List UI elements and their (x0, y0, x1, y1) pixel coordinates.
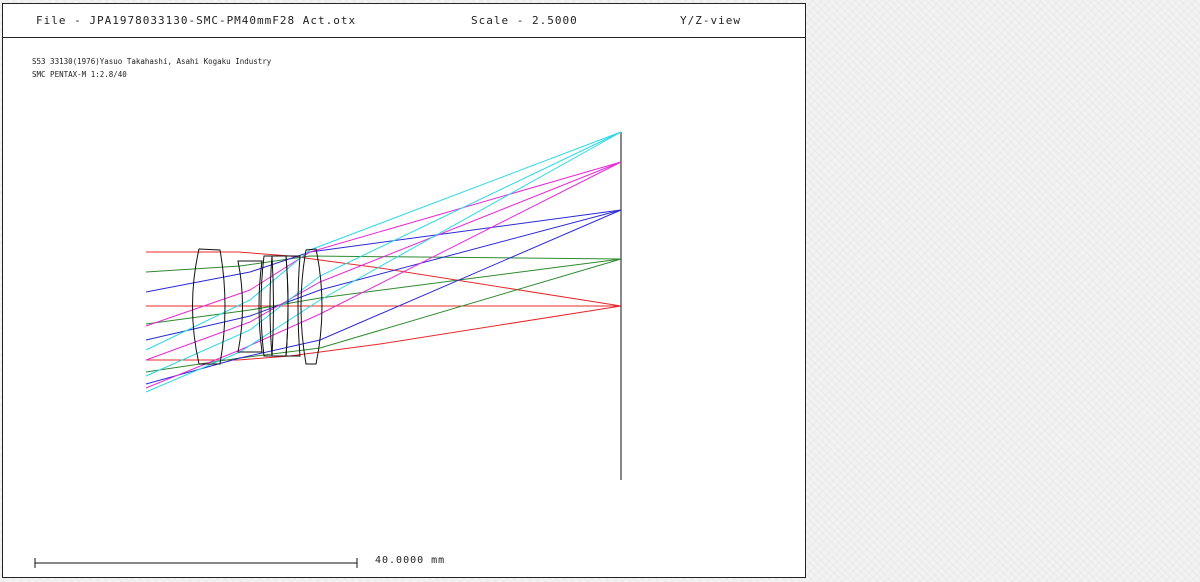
lens-ray-diagram (34, 131, 622, 568)
ray-f3-upper (145, 161, 622, 327)
scale-bar-label: 40.0000 mm (375, 555, 446, 566)
ray-f2-chief (145, 209, 622, 341)
ray-bundle-field4 (145, 131, 622, 393)
ray-f3-chief (145, 161, 622, 361)
ray-bundle-field2 (145, 209, 622, 385)
ray-f2-lower (145, 209, 622, 385)
ray-f4-lower (145, 131, 622, 393)
ray-bundle-field3 (145, 161, 622, 389)
scale-bar (34, 558, 358, 568)
ray-f4-chief (145, 131, 622, 377)
ray-axis-upper (146, 251, 622, 307)
ray-f3-lower (145, 161, 622, 389)
